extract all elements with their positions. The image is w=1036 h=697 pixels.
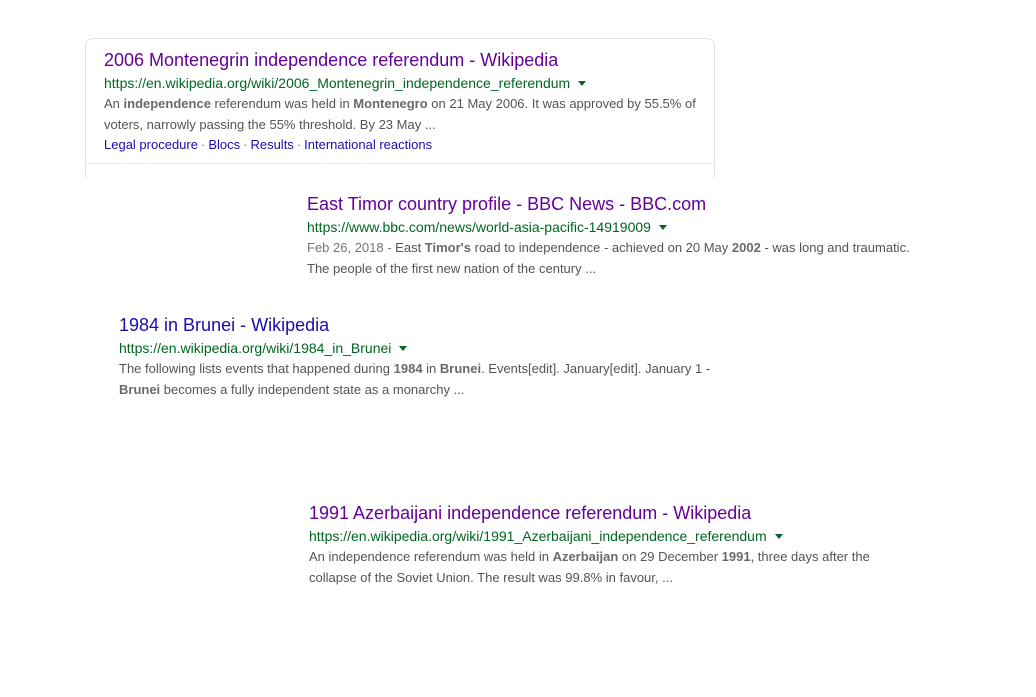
snippet-bold-term: Brunei [119,381,161,397]
result-url-row: https://en.wikipedia.org/wiki/1991_Azerb… [309,527,870,545]
result-url: https://en.wikipedia.org/wiki/1984_in_Br… [119,340,392,356]
snippet-text: East Timor's road to independence - achi… [395,240,910,255]
search-result-4: 1991 Azerbaijani independence referendum… [309,502,870,588]
snippet-bold-term: Montenegro [353,96,428,111]
snippet-fragment: , three days after the [750,549,870,564]
snippet-fragment: road to independence - achieved on 20 Ma… [471,240,732,255]
snippet-line-1: Feb 26, 2018 - East Timor's road to inde… [307,238,910,259]
result-url: https://www.bbc.com/news/world-asia-paci… [307,219,651,235]
search-result-1: 2006 Montenegrin independence referendum… [104,49,696,155]
snippet-fragment: . Events[edit]. January[edit]. January 1… [481,361,711,376]
result-title-link[interactable]: 2006 Montenegrin independence referendum… [104,49,696,71]
caret-down-icon[interactable] [774,534,783,539]
snippet-bold-term: Azerbaijan [552,549,619,564]
search-result-2: East Timor country profile - BBC News - … [307,193,910,279]
snippet-line-2: collapse of the Soviet Union. The result… [309,569,673,585]
result-snippet: An independence referendum was held in M… [104,94,696,135]
snippet-line-2: voters, narrowly passing the 55% thresho… [104,116,436,132]
card-divider [85,163,715,164]
result-title-link[interactable]: East Timor country profile - BBC News - … [307,193,910,215]
snippet-line-1: An independence referendum was held in M… [104,94,696,115]
result-url-row: https://en.wikipedia.org/wiki/2006_Monte… [104,74,696,92]
caret-down-icon[interactable] [578,81,587,86]
result-title-link[interactable]: 1984 in Brunei - Wikipedia [119,314,710,336]
snippet-bold-term: Brunei [439,361,482,376]
sitelink-blocs[interactable]: Blocs [208,137,240,152]
result-url-row: https://www.bbc.com/news/world-asia-paci… [307,218,910,236]
sitelinks: Legal procedure · Blocs · Results · Internatio… [104,135,696,155]
result-title-link[interactable]: 1991 Azerbaijani independence referendum… [309,502,870,524]
snippet-line-1: The following lists events that happened… [119,359,710,380]
snippet-line-2: Brunei becomes a fully independent state… [119,380,710,401]
snippet-fragment: referendum was held in [210,96,354,111]
snippet-fragment: An independence referendum was held in [309,549,553,564]
sitelink-results[interactable]: Results [250,137,293,152]
snippet-line-2: The people of the first new nation of th… [307,260,597,276]
result-snippet: An independence referendum was held in A… [309,547,870,588]
result-snippet: Feb 26, 2018 - East Timor's road to inde… [307,238,910,279]
result-url-row: https://en.wikipedia.org/wiki/1984_in_Br… [119,339,710,357]
snippet-bold-term: 1984 [393,361,423,376]
result-date: Feb 26, 2018 - [307,240,396,255]
sitelink-legal-procedure[interactable]: Legal procedure [104,137,198,152]
caret-down-icon[interactable] [399,346,408,351]
result-url: https://en.wikipedia.org/wiki/1991_Azerb… [309,528,767,544]
snippet-fragment: on 21 May 2006. It was approved by 55.5%… [427,96,696,111]
snippet-fragment: An [104,96,124,111]
snippet-bold-term: Timor's [424,240,471,255]
snippet-fragment: East [395,240,425,255]
snippet-line-1: An independence referendum was held in A… [309,547,870,568]
sitelink-separator: · [200,137,206,152]
result-snippet: The following lists events that happened… [119,359,710,400]
sitelink-international-reactions[interactable]: International reactions [304,137,432,152]
snippet-bold-term: 2002 [731,240,761,255]
snippet-fragment: in [422,361,440,376]
caret-down-icon[interactable] [658,225,667,230]
snippet-fragment: - was long and traumatic. [760,240,910,255]
snippet-bold-term: independence [123,96,211,111]
snippet-fragment: The following lists events that happened… [119,361,394,376]
snippet-fragment: becomes a fully independent state as a m… [160,381,465,397]
snippet-bold-term: 1991 [721,549,751,564]
search-result-3: 1984 in Brunei - Wikipedia https://en.wi… [119,314,710,400]
sitelink-separator: · [296,137,302,152]
snippet-fragment: on 29 December [618,549,722,564]
result-url: https://en.wikipedia.org/wiki/2006_Monte… [104,75,571,91]
sitelink-separator: · [243,137,248,152]
